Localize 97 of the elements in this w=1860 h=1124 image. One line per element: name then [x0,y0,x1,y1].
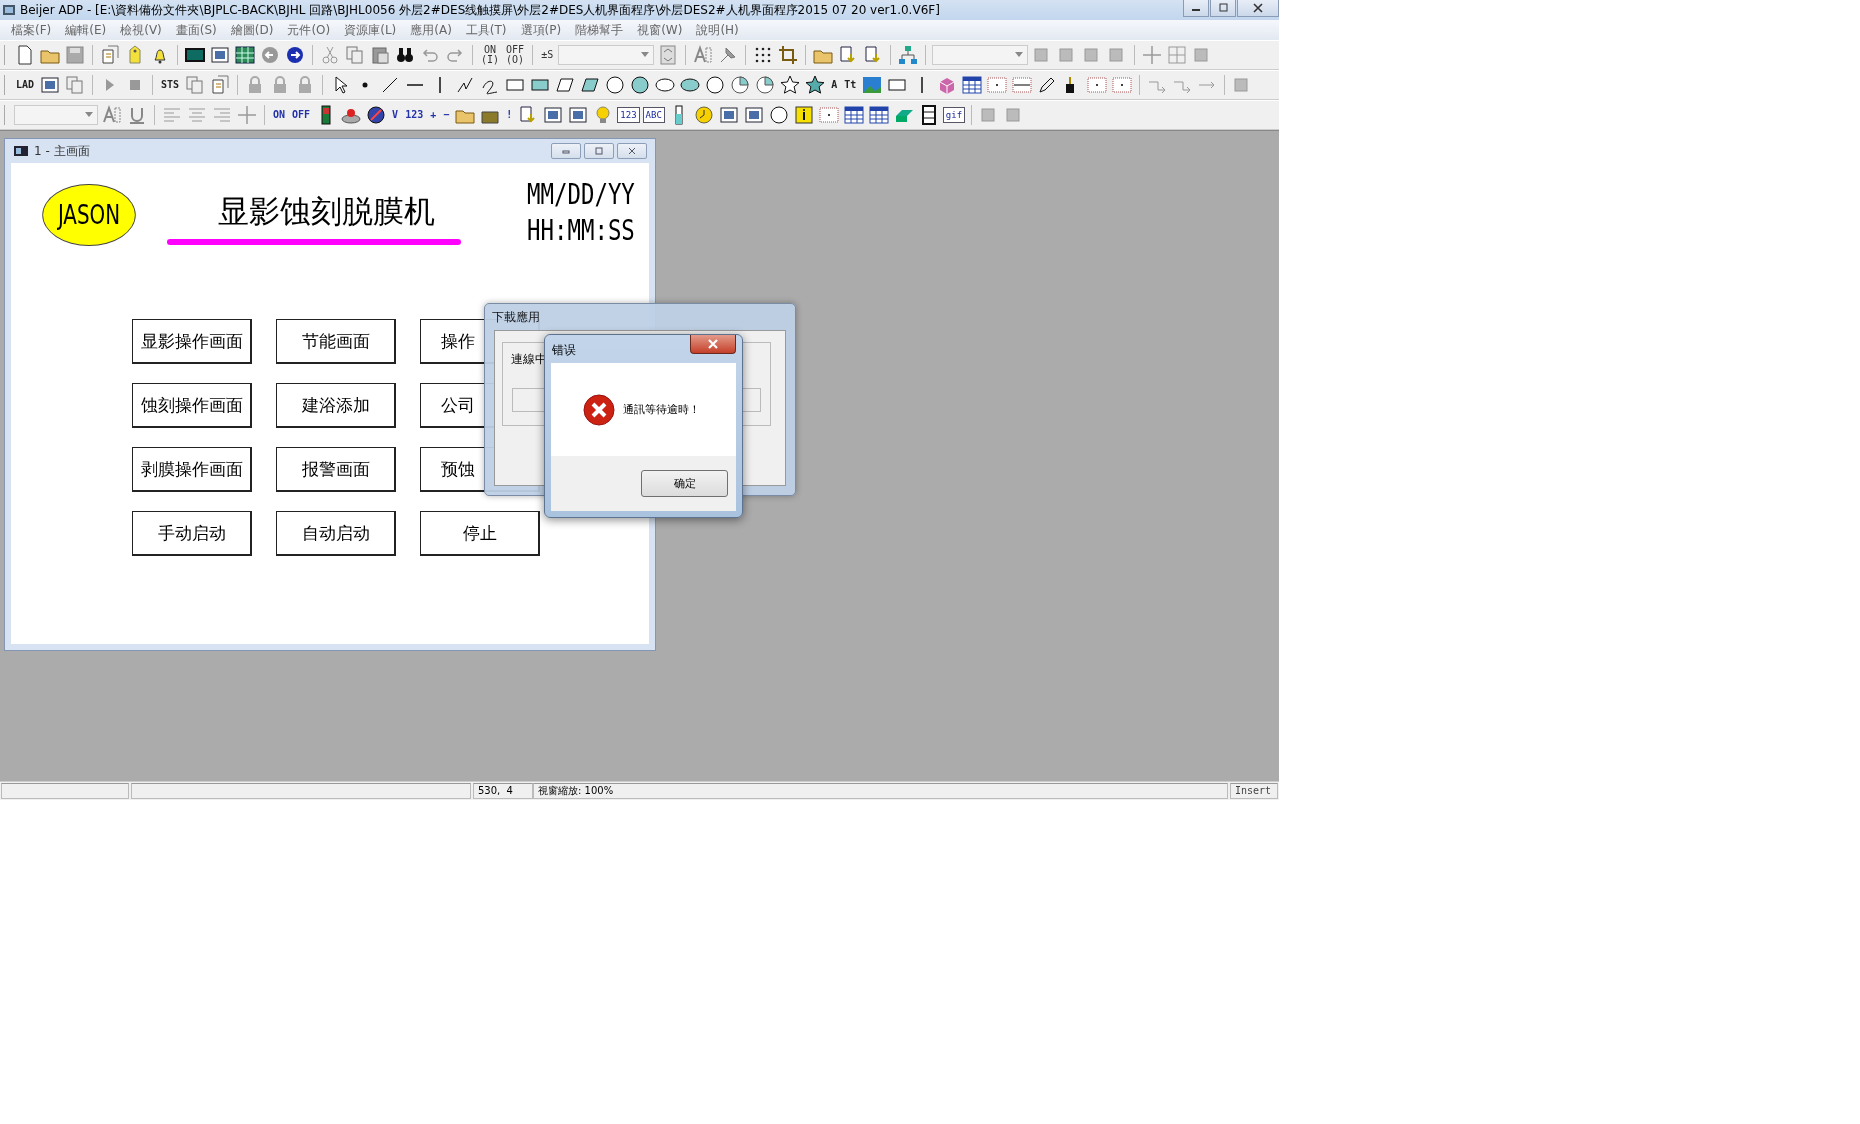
toolbar-button[interactable]: + [428,110,439,120]
screen-button[interactable]: 报警画面 [276,447,396,492]
toolbar-button[interactable]: Tt [842,80,859,90]
error-icon [583,393,615,426]
child-window-title: 1 - 主画面 [34,142,91,160]
restore-icon [1218,3,1228,13]
dropdown-field[interactable] [558,45,655,65]
close-button[interactable] [1237,0,1279,17]
document-icon[interactable] [209,74,232,96]
menu-item[interactable]: 階梯幫手 [568,21,631,39]
grid-icon[interactable] [234,44,256,66]
toolbar-button[interactable]: OFF [290,110,313,120]
minimize-icon [561,147,571,155]
clock-icon[interactable] [692,104,715,126]
table-icon[interactable] [961,74,984,96]
list-icon[interactable] [867,104,890,126]
screen-button[interactable]: 自动启动 [276,511,396,556]
screen-icon[interactable] [209,44,231,66]
toolbar-button[interactable]: ON (I) [479,45,502,65]
screen-heading: 显影蚀刻脱膜机 [216,192,435,231]
menu-item[interactable]: 資源庫(L) [337,21,404,39]
circle-icon[interactable] [704,74,727,96]
toolbar-button[interactable]: OFF (O) [504,45,527,65]
text-box-icon[interactable] [692,44,715,66]
close-button[interactable] [617,143,647,159]
caret-icon [85,112,93,118]
toolbar-button[interactable]: LAD [14,80,37,90]
minimize-button[interactable] [1183,0,1209,17]
menu-item[interactable]: 編輯(E) [58,21,114,39]
screen-button[interactable]: 显影操作画面 [132,319,252,364]
screen-button[interactable]: 建浴添加 [276,383,396,428]
pie-icon[interactable] [754,74,777,96]
menu-item[interactable]: 視窗(W) [630,21,690,39]
screen-icon [13,145,29,157]
caret-icon [641,52,650,58]
copy-icon[interactable] [344,44,366,66]
close-icon [1253,3,1263,13]
toolbar-button[interactable]: A [829,80,840,90]
menu-item[interactable]: 檢視(V) [113,21,169,39]
info-icon[interactable] [792,104,815,126]
window-title: Beijer ADP - [E:\資料備份文件夾\BJPLC-BACK\BJHL 回路\BJHL0056 外层2#DES线触摸屏\外层2#DES人机界面程序\外层DES2#人机界面程序2015 07 20 ver1.0.V6F] [20,1,941,19]
toolbar-button[interactable]: ABC [642,107,665,123]
cross-icon[interactable] [236,104,258,126]
star-icon[interactable] [779,74,802,96]
toolbar-button[interactable]: − [441,110,452,120]
error-message: 通訊等待逾時！ [623,402,700,417]
status-pane: Insert [1230,783,1278,799]
dropdown-field[interactable] [14,105,98,125]
logo: JASON [42,184,136,246]
text-box-icon[interactable] [101,104,123,126]
close-button[interactable] [690,335,736,354]
pie-icon[interactable] [729,74,752,96]
date-display: MM/DD/YY [527,177,635,213]
toolbar-button[interactable]: ON [271,110,288,120]
screen-button[interactable]: 蚀刻操作画面 [132,383,252,428]
menu-item[interactable]: 說明(H) [689,21,746,39]
screen-button[interactable]: 手动启动 [132,511,252,556]
box-icon[interactable] [1011,74,1034,96]
knob-icon[interactable] [365,104,388,126]
cross-icon[interactable] [1141,44,1164,66]
ok-button[interactable]: 确定 [641,470,728,497]
list-icon[interactable] [842,104,865,126]
screen-button[interactable]: 停止 [420,511,540,556]
toolbar-button[interactable]: STS [159,80,182,90]
box-icon[interactable] [1111,74,1134,96]
network-icon[interactable] [897,44,920,66]
menu-item[interactable]: 繪圖(D) [223,21,281,39]
toolbar-button[interactable]: ! [504,110,515,120]
menu-item[interactable]: 畫面(S) [168,21,224,39]
crop-icon[interactable] [777,44,800,66]
menu-item[interactable]: 工具(T) [458,21,514,39]
image-icon[interactable] [861,74,884,96]
scissors-icon[interactable] [319,44,341,66]
menu-item[interactable]: 應用(A) [403,21,459,39]
app-icon [2,3,16,17]
close-icon [707,339,719,349]
circle-icon[interactable] [629,74,652,96]
toolbar-button[interactable]: 123 [617,107,640,123]
menu-item[interactable]: 檔案(F) [4,21,59,39]
close-icon [627,147,637,155]
star-icon[interactable] [804,74,827,96]
caret-icon [1015,52,1024,58]
toolbar-button[interactable]: 123 [403,110,426,120]
status-pane: 530, 4 [473,783,533,799]
dialog-title: 错误 [551,342,577,359]
toolbar-button[interactable]: V [390,110,401,120]
screen-button[interactable]: 剥膜操作画面 [132,447,252,492]
restore-icon [594,147,604,155]
menu-item[interactable]: 元件(O) [280,21,338,39]
menu-item[interactable]: 選項(P) [513,21,569,39]
toolbar-button[interactable]: gif [942,107,966,123]
toolbar-button[interactable]: ±S [539,50,556,60]
status-pane: 視窗縮放: 100% [533,783,1228,799]
circle-icon[interactable] [604,74,627,96]
time-display: HH:MM:SS [527,213,635,249]
screen-button[interactable]: 节能画面 [276,319,396,364]
dropdown-field[interactable] [932,45,1029,65]
